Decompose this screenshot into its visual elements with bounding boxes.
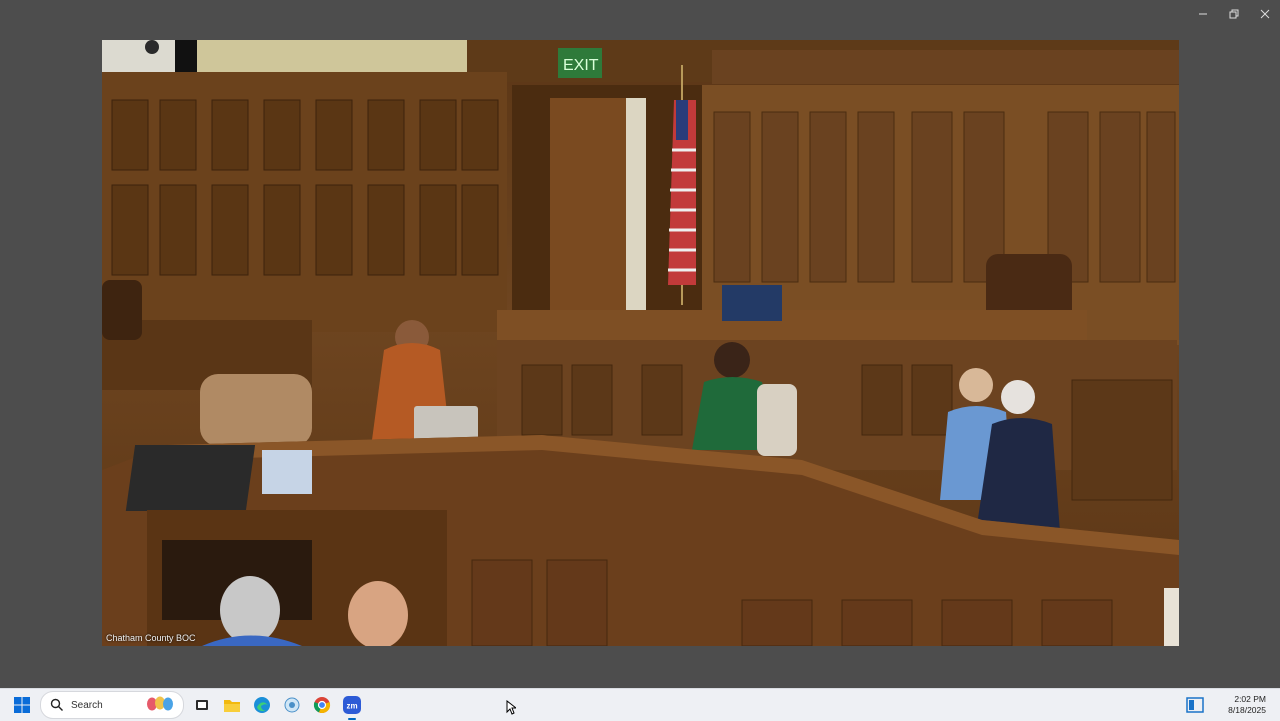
search-placeholder: Search	[71, 699, 103, 711]
shared-video[interactable]: EXIT Chatham County BOC	[102, 40, 1179, 646]
gear-app-icon	[284, 697, 300, 713]
task-view-icon	[196, 700, 208, 710]
edge-button[interactable]	[250, 693, 274, 717]
search-icon	[50, 698, 63, 711]
svg-text:EXIT: EXIT	[563, 57, 599, 74]
svg-text:zm: zm	[347, 702, 358, 711]
zoom-button[interactable]: zm	[340, 693, 364, 720]
chrome-button[interactable]	[310, 693, 334, 717]
taskbar-search-box[interactable]: Search	[40, 691, 184, 719]
chrome-browser-icon	[313, 697, 331, 714]
edge-browser-icon	[254, 697, 270, 713]
taskbar-clock[interactable]: 2:02 PM 8/18/2025	[1228, 694, 1266, 716]
system-tray: 2:02 PM 8/18/2025	[1186, 689, 1266, 721]
close-button[interactable]	[1249, 0, 1280, 28]
restore-icon	[1229, 9, 1238, 19]
file-explorer-button[interactable]	[220, 693, 244, 717]
clock-date: 8/18/2025	[1228, 705, 1266, 715]
window-controls	[1187, 0, 1280, 28]
windows-logo-icon	[14, 697, 30, 713]
start-button[interactable]	[8, 691, 36, 719]
minimize-button[interactable]	[1187, 0, 1218, 28]
clock-time: 2:02 PM	[1234, 694, 1266, 704]
widgets-icon[interactable]	[1186, 696, 1204, 714]
close-icon	[1260, 9, 1269, 19]
zoom-app-icon: zm	[343, 696, 361, 714]
task-view-button[interactable]	[190, 693, 214, 717]
app-button[interactable]	[280, 693, 304, 717]
video-source-label: Chatham County BOC	[106, 633, 196, 643]
windows-taskbar: Search zm 2:02 PM 8/18/2025	[0, 688, 1280, 721]
mouse-cursor-icon	[506, 700, 516, 715]
balloons-icon	[147, 696, 173, 711]
courtroom-scene: EXIT	[102, 40, 1179, 646]
restore-button[interactable]	[1218, 0, 1249, 28]
minimize-icon	[1198, 13, 1207, 15]
folder-icon	[224, 700, 240, 712]
